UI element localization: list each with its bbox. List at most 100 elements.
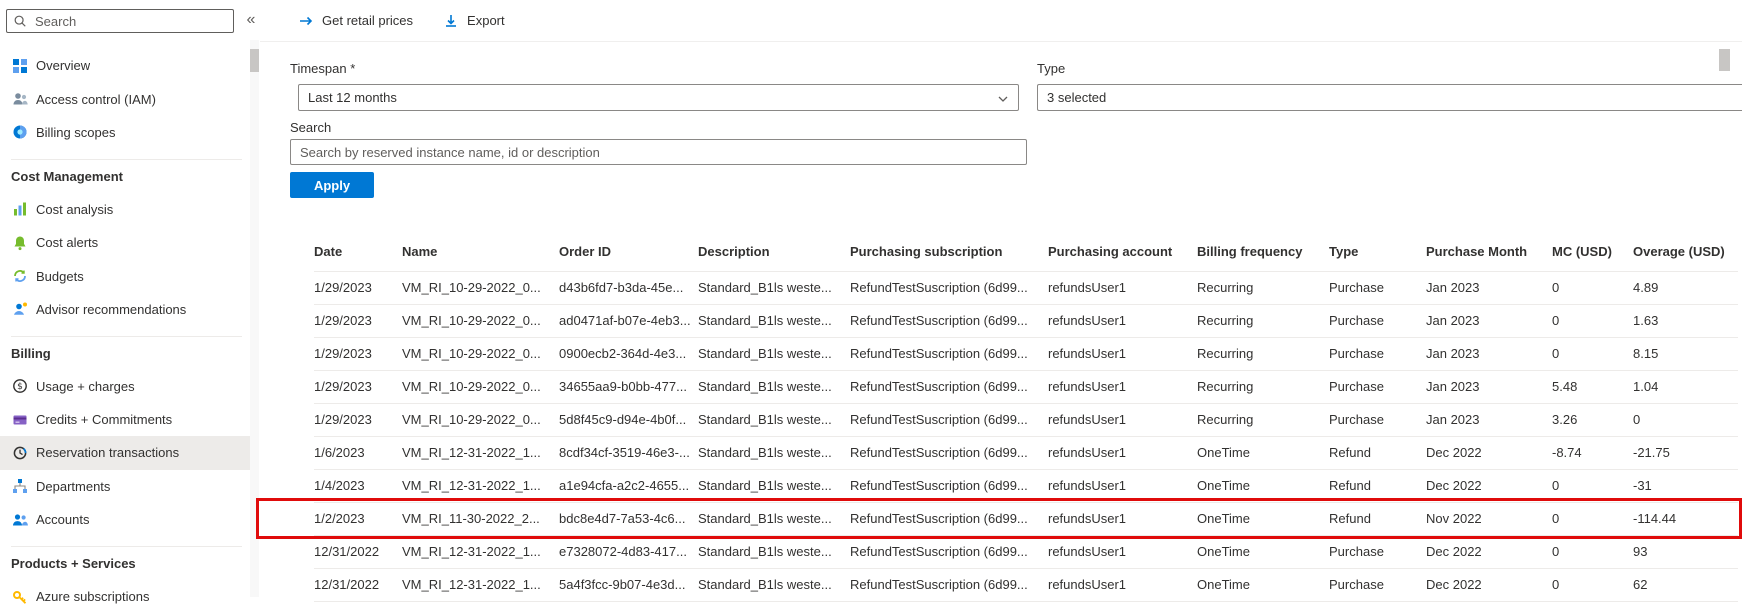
table-row[interactable]: 12/31/2022 VM_RI_12-31-2022_1... 5a4f3fcc-… [314,568,1738,602]
export-button[interactable]: Export [443,13,505,29]
sidebar-item-budgets[interactable]: Budgets [0,259,250,292]
sidebar-item-label: Credits + Commitments [36,412,173,428]
credits-commitments-icon [11,411,28,428]
cell-date: 1/6/2023 [314,436,402,470]
cell-purchasing-account: refundsUser1 [1048,436,1197,470]
cell-date: 12/31/2022 [314,535,402,569]
chevron-down-icon [997,93,1009,108]
cell-type: Refund [1329,502,1426,536]
cell-purchasing-account: refundsUser1 [1048,271,1197,305]
sidebar-search-box[interactable] [6,9,234,33]
cell-name: VM_RI_12-31-2022_1... [402,436,559,470]
cell-mc-usd: 5.48 [1552,370,1633,404]
cell-purchase-month: Jan 2023 [1426,337,1552,371]
get-retail-prices-label: Get retail prices [322,13,414,28]
overview-icon [11,57,28,74]
sidebar-item-reservation-transactions[interactable]: Reservation transactions [0,436,250,470]
cell-description: Standard_B1ls weste... [698,304,850,338]
billing-scopes-icon [11,124,28,141]
table-row[interactable]: 1/29/2023 VM_RI_10-29-2022_0... 34655aa9-b… [314,370,1738,404]
sidebar-item-overview[interactable]: Overview [0,49,250,82]
cell-name: VM_RI_10-29-2022_0... [402,271,559,305]
cell-purchase-month: Jan 2023 [1426,370,1552,404]
column-header-order-id[interactable]: Order ID [559,233,698,272]
column-header-billing-frequency[interactable]: Billing frequency [1197,233,1329,272]
table-row[interactable]: 1/29/2023 VM_RI_10-29-2022_0... 5d8f45c9-d… [314,403,1738,437]
svg-text:$: $ [17,382,23,392]
type-value: 3 selected [1047,90,1107,105]
cell-description: Standard_B1ls weste... [698,436,850,470]
search-icon [13,14,27,28]
cell-date: 1/29/2023 [314,271,402,305]
sidebar-search-input[interactable] [33,12,227,30]
sidebar-item-usage-charges[interactable]: $ Usage + charges [0,370,250,403]
table-row[interactable]: 1/6/2023 VM_RI_12-31-2022_1... 8cdf34cf-35… [314,436,1738,470]
column-header-mc-usd[interactable]: MC (USD) [1552,233,1633,272]
cell-type: Purchase [1329,337,1426,371]
departments-icon [11,478,28,495]
cell-purchasing-subscription: RefundTestSuscription (6d99... [850,502,1048,536]
table-row[interactable]: 1/29/2023 VM_RI_10-29-2022_0... 0900ecb2-3… [314,337,1738,371]
cell-billing-frequency: OneTime [1197,469,1329,503]
sidebar-item-credits-commitments[interactable]: Credits + Commitments [0,403,250,436]
timespan-value: Last 12 months [308,90,397,105]
cell-type: Purchase [1329,568,1426,602]
sidebar-item-cost-analysis[interactable]: Cost analysis [0,193,250,226]
sidebar-item-billing-scopes[interactable]: Billing scopes [0,116,250,149]
cell-purchasing-account: refundsUser1 [1048,568,1197,602]
sidebar-scrollbar-thumb[interactable] [250,49,259,72]
sidebar-item-advisor-recommendations[interactable]: Advisor recommendations [0,293,250,326]
cell-name: VM_RI_10-29-2022_0... [402,370,559,404]
sidebar-item-departments[interactable]: Departments [0,470,250,503]
column-header-overage-usd[interactable]: Overage (USD) [1633,233,1738,272]
cell-overage-usd: 4.89 [1633,271,1738,305]
table-row[interactable]: 1/29/2023 VM_RI_10-29-2022_0... ad0471af-b… [314,304,1738,338]
cell-purchase-month: Dec 2022 [1426,535,1552,569]
cell-purchase-month: Jan 2023 [1426,304,1552,338]
column-header-purchasing-account[interactable]: Purchasing account [1048,233,1197,272]
sidebar-item-cost-alerts[interactable]: Cost alerts [0,226,250,259]
cell-description: Standard_B1ls weste... [698,337,850,371]
table-row[interactable]: 1/2/2023 VM_RI_11-30-2022_2... bdc8e4d7-7a… [314,502,1738,536]
table-row[interactable]: 12/31/2022 VM_RI_12-31-2022_1... e7328072-… [314,535,1738,569]
column-header-description[interactable]: Description [698,233,850,272]
get-retail-prices-button[interactable]: Get retail prices [298,13,413,29]
apply-button[interactable]: Apply [290,172,374,198]
column-header-name[interactable]: Name [402,233,559,272]
sidebar-item-access-control-iam[interactable]: Access control (IAM) [0,82,250,115]
cell-purchasing-account: refundsUser1 [1048,502,1197,536]
command-bar: Get retail prices Export [260,0,1742,42]
sidebar-item-label: Advisor recommendations [36,301,187,317]
sidebar-item-label: Reservation transactions [36,445,180,461]
timespan-dropdown[interactable]: Last 12 months [298,84,1019,111]
table-row[interactable]: 1/29/2023 VM_RI_10-29-2022_0... d43b6fd7-b… [314,271,1738,305]
cell-purchasing-subscription: RefundTestSuscription (6d99... [850,568,1048,602]
sidebar-item-azure-subscriptions[interactable]: Azure subscriptions [0,580,250,613]
sidebar-scrollbar[interactable] [250,40,259,597]
cell-type: Purchase [1329,535,1426,569]
column-header-purchase-month[interactable]: Purchase Month [1426,233,1552,272]
cell-purchase-month: Nov 2022 [1426,502,1552,536]
table-search-input[interactable] [290,139,1027,165]
column-header-date[interactable]: Date [314,233,402,272]
column-header-type[interactable]: Type [1329,233,1426,272]
cost-analysis-icon [11,201,28,218]
cell-purchasing-subscription: RefundTestSuscription (6d99... [850,436,1048,470]
column-header-purchasing-subscription[interactable]: Purchasing subscription [850,233,1048,272]
sidebar-collapse-button[interactable]: « [242,8,260,32]
sidebar-item-accounts[interactable]: Accounts [0,503,250,536]
cell-mc-usd: 0 [1552,469,1633,503]
cell-description: Standard_B1ls weste... [698,370,850,404]
sidebar: « Overview Access control (IAM) Billing sc… [0,0,260,604]
cell-name: VM_RI_11-30-2022_2... [402,502,559,536]
main-scrollbar-thumb[interactable] [1719,49,1730,71]
cell-order-id: a1e94cfa-a2c2-4655... [559,469,698,503]
cell-order-id: 5d8f45c9-d94e-4b0f... [559,403,698,437]
cell-type: Purchase [1329,403,1426,437]
sidebar-item-label: Access control (IAM) [36,91,156,107]
cell-name: VM_RI_10-29-2022_0... [402,337,559,371]
table-row[interactable]: 1/4/2023 VM_RI_12-31-2022_1... a1e94cfa-a2… [314,469,1738,503]
cell-purchasing-subscription: RefundTestSuscription (6d99... [850,535,1048,569]
cell-name: VM_RI_12-31-2022_1... [402,469,559,503]
type-dropdown[interactable]: 3 selected [1037,84,1742,111]
